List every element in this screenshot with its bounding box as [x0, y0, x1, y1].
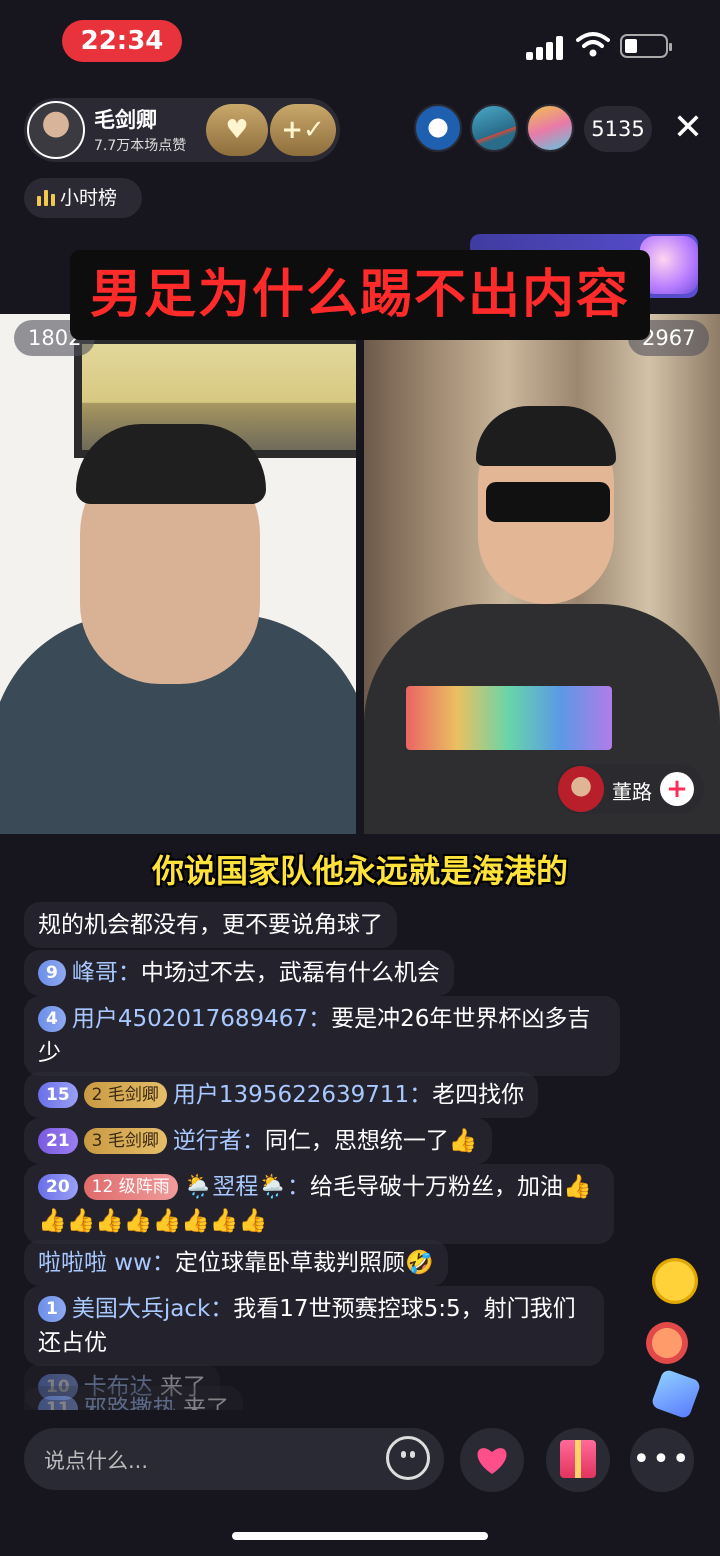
fan-level: 3 — [91, 1131, 103, 1151]
comment-item: 4 用户4502017689467：要是冲26年世界杯凶多吉少 — [24, 996, 620, 1076]
fan-club-name: 毛剑卿 — [107, 1131, 159, 1151]
comment-item: 21 3 毛剑卿 逆行者：同仁，思想统一了👍 — [24, 1118, 492, 1164]
plus-check-icon: +✓ — [281, 115, 325, 145]
emoji-icon[interactable] — [386, 1436, 430, 1480]
viewer-avatar[interactable] — [526, 104, 574, 152]
fan-club-heart-button[interactable]: ♥ — [206, 104, 268, 156]
hour-rank-button[interactable]: 小时榜 — [24, 178, 142, 218]
comment-input[interactable]: 说点什么... — [24, 1428, 444, 1490]
user-level-badge: 4 — [38, 1006, 66, 1032]
guest-avatar[interactable] — [558, 766, 604, 812]
viewer-avatar[interactable] — [414, 104, 462, 152]
user-level-badge: 20 — [38, 1174, 78, 1200]
video-panel-right[interactable] — [364, 314, 720, 834]
guest-tag[interactable]: 董路 + — [556, 764, 704, 814]
comment-item: 规的机会都没有，更不要说角球了 — [24, 902, 397, 948]
comment-text: 定位球靠卧草裁判照顾🤣 — [174, 1250, 434, 1276]
comment-input-placeholder: 说点什么... — [44, 1449, 149, 1473]
user-level-badge: 21 — [38, 1128, 78, 1154]
home-indicator[interactable] — [232, 1532, 488, 1540]
comment-user[interactable]: 用户1395622639711： — [173, 1082, 432, 1108]
comment-user[interactable]: 啦啦啦 ww： — [38, 1250, 175, 1276]
comment-user[interactable]: 逆行者： — [173, 1128, 265, 1154]
comment-item: 20 12 级阵雨 🌦️翌程🌦️：给毛导破十万粉丝，加油👍👍👍👍👍👍👍👍👍 — [24, 1164, 614, 1244]
fan-club-name: 毛剑卿 — [107, 1085, 159, 1105]
laughing-emoji-icon — [652, 1258, 698, 1304]
fan-club-badge: 2 毛剑卿 — [83, 1082, 167, 1108]
status-bar: 22:34 — [0, 0, 720, 84]
host-likes: 7.7万本场点赞 — [94, 138, 187, 154]
heart-icon — [477, 1448, 507, 1474]
viewer-avatar[interactable] — [470, 104, 518, 152]
host-name: 毛剑卿 — [94, 108, 157, 132]
comment-text: 规的机会都没有，更不要说角球了 — [38, 912, 383, 938]
subtitle-caption: 你说国家队他永远就是海港的 — [151, 852, 568, 890]
comment-item: 9 峰哥：中场过不去，武磊有什么机会 — [24, 950, 454, 996]
gift-button[interactable] — [546, 1428, 610, 1492]
comment-item: 15 2 毛剑卿 用户1395622639711：老四找你 — [24, 1072, 539, 1118]
host-card[interactable]: 毛剑卿 7.7万本场点赞 ♥ +✓ — [24, 98, 340, 162]
user-level-badge: 15 — [38, 1082, 78, 1108]
follow-button[interactable]: +✓ — [270, 104, 336, 156]
person-hair — [476, 406, 616, 466]
comment-text: 同仁，思想统一了👍 — [264, 1128, 478, 1154]
comment-item: 啦啦啦 ww：定位球靠卧草裁判照顾🤣 — [24, 1240, 448, 1286]
user-level-badge: 9 — [38, 960, 66, 986]
viewer-count[interactable]: 5135 — [584, 106, 652, 152]
comment-user[interactable]: 用户4502017689467： — [72, 1006, 331, 1032]
comment-text: 中场过不去，武磊有什么机会 — [140, 960, 440, 986]
bar-chart-icon — [37, 190, 55, 206]
comment-user[interactable]: 邪路撒热 — [84, 1396, 176, 1410]
video-panel-left[interactable] — [0, 314, 356, 834]
comment-user[interactable]: 美国大兵jack： — [72, 1296, 233, 1322]
shirt-logo — [406, 686, 612, 750]
user-level-badge: 11 — [38, 1396, 78, 1410]
cellular-signal-icon — [526, 32, 566, 60]
comment-item: 1 美国大兵jack：我看17世预赛控球5:5，射门我们还占优 — [24, 1286, 604, 1366]
follow-plus-icon[interactable]: + — [660, 772, 694, 806]
close-icon[interactable]: ✕ — [668, 106, 708, 150]
comment-text: 老四找你 — [432, 1082, 525, 1108]
heart-plus-icon: ♥ — [225, 115, 249, 145]
gift-icon — [560, 1440, 596, 1478]
host-avatar[interactable] — [27, 101, 85, 159]
sunglasses — [486, 482, 610, 522]
battery-icon — [620, 34, 672, 58]
comment-item: 11 邪路撒热 来了 — [24, 1386, 243, 1410]
status-time: 22:34 — [62, 20, 182, 62]
more-icon[interactable]: ••• — [630, 1428, 694, 1492]
hour-rank-label: 小时榜 — [60, 187, 118, 209]
headline-title: 男足为什么踢不出内容 — [70, 250, 650, 340]
fan-club-badge: 3 毛剑卿 — [83, 1128, 167, 1154]
heart-button[interactable] — [460, 1428, 524, 1492]
comment-user[interactable]: 🌦️翌程🌦️： — [184, 1174, 310, 1200]
fan-badge: 12 级阵雨 — [83, 1174, 178, 1200]
fan-level: 2 — [91, 1085, 103, 1105]
fire-icon — [646, 1322, 688, 1364]
comment-text: 来了 — [182, 1396, 229, 1410]
person-hair — [76, 424, 266, 504]
guest-name: 董路 — [612, 780, 652, 804]
wifi-icon — [576, 32, 610, 57]
comment-user[interactable]: 峰哥： — [72, 960, 141, 986]
user-level-badge: 1 — [38, 1296, 66, 1322]
comment-list[interactable]: 规的机会都没有，更不要说角球了 9 峰哥：中场过不去，武磊有什么机会 4 用户450… — [0, 896, 720, 1410]
